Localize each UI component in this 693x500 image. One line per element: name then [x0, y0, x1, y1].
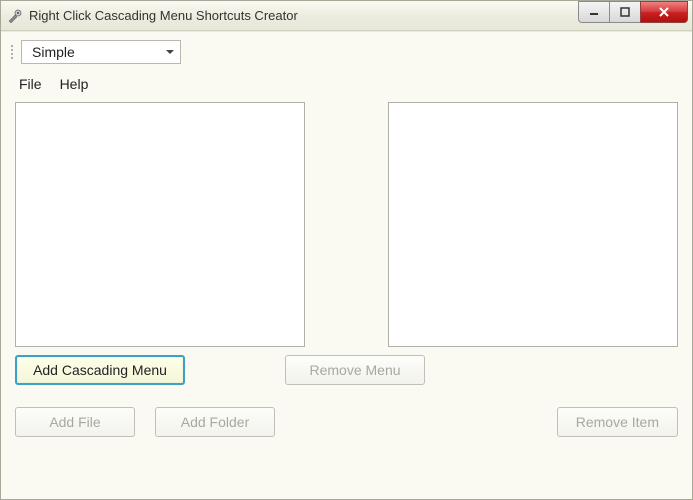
client-area: Simple File Help Add Cascading Menu Remo…	[1, 31, 692, 499]
right-list-panel[interactable]	[388, 102, 678, 347]
minimize-button[interactable]	[578, 1, 610, 23]
window-controls	[579, 1, 688, 23]
left-list-panel[interactable]	[15, 102, 305, 347]
menu-help[interactable]: Help	[60, 76, 89, 92]
mode-dropdown[interactable]: Simple	[21, 40, 181, 64]
grip-icon	[11, 42, 17, 62]
titlebar[interactable]: Right Click Cascading Menu Shortcuts Cre…	[1, 1, 692, 31]
maximize-button[interactable]	[609, 1, 641, 23]
app-icon	[7, 8, 23, 24]
remove-item-button[interactable]: Remove Item	[557, 407, 678, 437]
add-folder-button[interactable]: Add Folder	[155, 407, 275, 437]
window-title: Right Click Cascading Menu Shortcuts Cre…	[29, 8, 579, 23]
dropdown-value: Simple	[32, 44, 75, 60]
menu-file[interactable]: File	[19, 76, 42, 92]
menubar: File Help	[11, 70, 682, 102]
add-file-button[interactable]: Add File	[15, 407, 135, 437]
chevron-down-icon	[166, 50, 174, 54]
add-cascading-menu-button[interactable]: Add Cascading Menu	[15, 355, 185, 385]
button-row-2: Add File Add Folder Remove Item	[11, 399, 682, 437]
panels-row	[11, 102, 682, 347]
toolbar-row: Simple	[11, 38, 682, 70]
remove-menu-button[interactable]: Remove Menu	[285, 355, 425, 385]
button-row-1: Add Cascading Menu Remove Menu	[11, 347, 682, 385]
app-window: Right Click Cascading Menu Shortcuts Cre…	[0, 0, 693, 500]
close-button[interactable]	[640, 1, 688, 23]
